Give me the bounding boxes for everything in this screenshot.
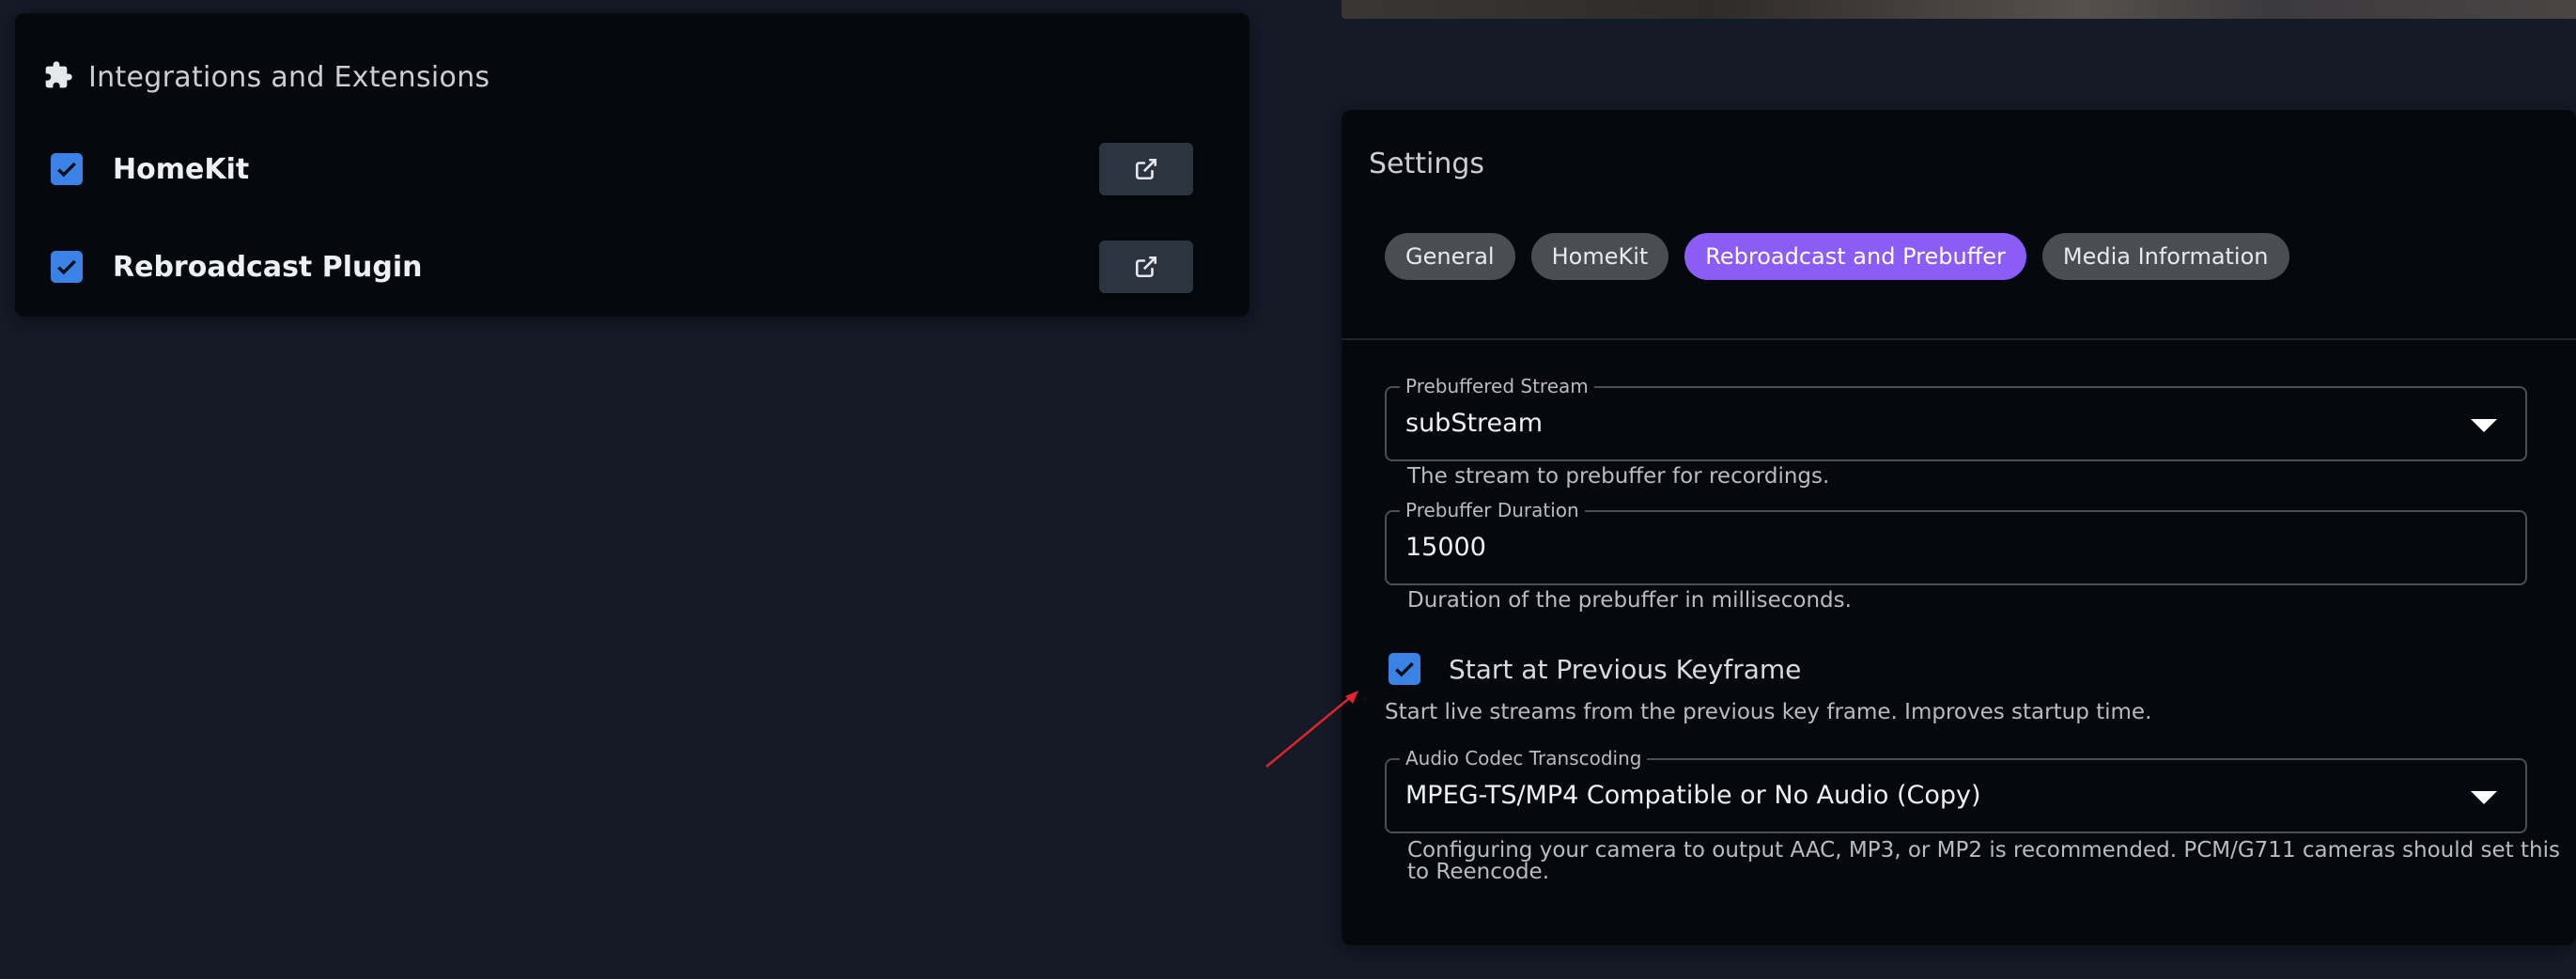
check-icon bbox=[57, 162, 76, 178]
external-link-icon bbox=[1135, 158, 1157, 180]
integration-label-homekit: HomeKit bbox=[113, 152, 250, 186]
keyframe-option: Start at Previous Keyframe bbox=[1389, 653, 1801, 685]
keyframe-label[interactable]: Start at Previous Keyframe bbox=[1449, 654, 1801, 685]
integrations-title: Integrations and Extensions bbox=[88, 60, 490, 94]
open-rebroadcast-button[interactable] bbox=[1099, 241, 1193, 293]
prebuffered-stream-select[interactable]: Prebuffered Stream subStream bbox=[1385, 375, 2527, 461]
tab-homekit[interactable]: HomeKit bbox=[1530, 233, 1669, 280]
prebuffer-duration-input[interactable]: Prebuffer Duration 15000 bbox=[1385, 499, 2527, 585]
check-icon bbox=[1395, 661, 1414, 677]
open-homekit-button[interactable] bbox=[1099, 143, 1193, 195]
integration-label-rebroadcast: Rebroadcast Plugin bbox=[113, 250, 423, 284]
audio-codec-value: MPEG-TS/MP4 Compatible or No Audio (Copy… bbox=[1405, 781, 1981, 810]
keyframe-helper: Start live streams from the previous key… bbox=[1385, 700, 2152, 724]
settings-tabs: General HomeKit Rebroadcast and Prebuffe… bbox=[1385, 233, 2289, 280]
audio-codec-helper-line2: to Reencode. bbox=[1407, 860, 1550, 884]
tab-rebroadcast-and-prebuffer[interactable]: Rebroadcast and Prebuffer bbox=[1684, 233, 2026, 280]
integrations-header: Integrations and Extensions bbox=[43, 60, 489, 94]
prebuffered-stream-value: subStream bbox=[1405, 409, 1544, 438]
integrations-card: Integrations and Extensions HomeKit Rebr… bbox=[15, 13, 1249, 317]
caret-down-icon[interactable] bbox=[2471, 791, 2497, 804]
tab-general[interactable]: General bbox=[1385, 233, 1515, 280]
external-link-icon bbox=[1135, 256, 1157, 278]
caret-down-icon[interactable] bbox=[2471, 419, 2497, 432]
puzzle-icon bbox=[43, 60, 73, 94]
prebuffer-duration-legend: Prebuffer Duration bbox=[1400, 499, 1585, 521]
settings-title: Settings bbox=[1369, 148, 1485, 180]
divider bbox=[1342, 338, 2576, 340]
rebroadcast-checkbox[interactable] bbox=[51, 251, 83, 283]
prebuffered-stream-helper: The stream to prebuffer for recordings. bbox=[1407, 464, 1830, 489]
keyframe-checkbox[interactable] bbox=[1389, 653, 1420, 685]
audio-codec-legend: Audio Codec Transcoding bbox=[1400, 747, 1648, 769]
audio-codec-select[interactable]: Audio Codec Transcoding MPEG-TS/MP4 Comp… bbox=[1385, 747, 2527, 833]
check-icon bbox=[57, 259, 76, 275]
prebuffered-stream-legend: Prebuffered Stream bbox=[1400, 375, 1594, 397]
integration-item-homekit: HomeKit bbox=[51, 141, 1193, 197]
integration-item-rebroadcast: Rebroadcast Plugin bbox=[51, 239, 1193, 295]
prebuffer-duration-helper: Duration of the prebuffer in millisecond… bbox=[1407, 588, 1852, 613]
settings-card: Settings General HomeKit Rebroadcast and… bbox=[1342, 110, 2576, 945]
audio-codec-helper-line1: Configuring your camera to output AAC, M… bbox=[1407, 838, 2560, 862]
camera-preview-strip bbox=[1342, 0, 2576, 19]
homekit-checkbox[interactable] bbox=[51, 153, 83, 185]
annotation-arrow-icon bbox=[1265, 691, 1358, 768]
tab-media-information[interactable]: Media Information bbox=[2041, 233, 2289, 280]
prebuffer-duration-value: 15000 bbox=[1405, 533, 1486, 562]
